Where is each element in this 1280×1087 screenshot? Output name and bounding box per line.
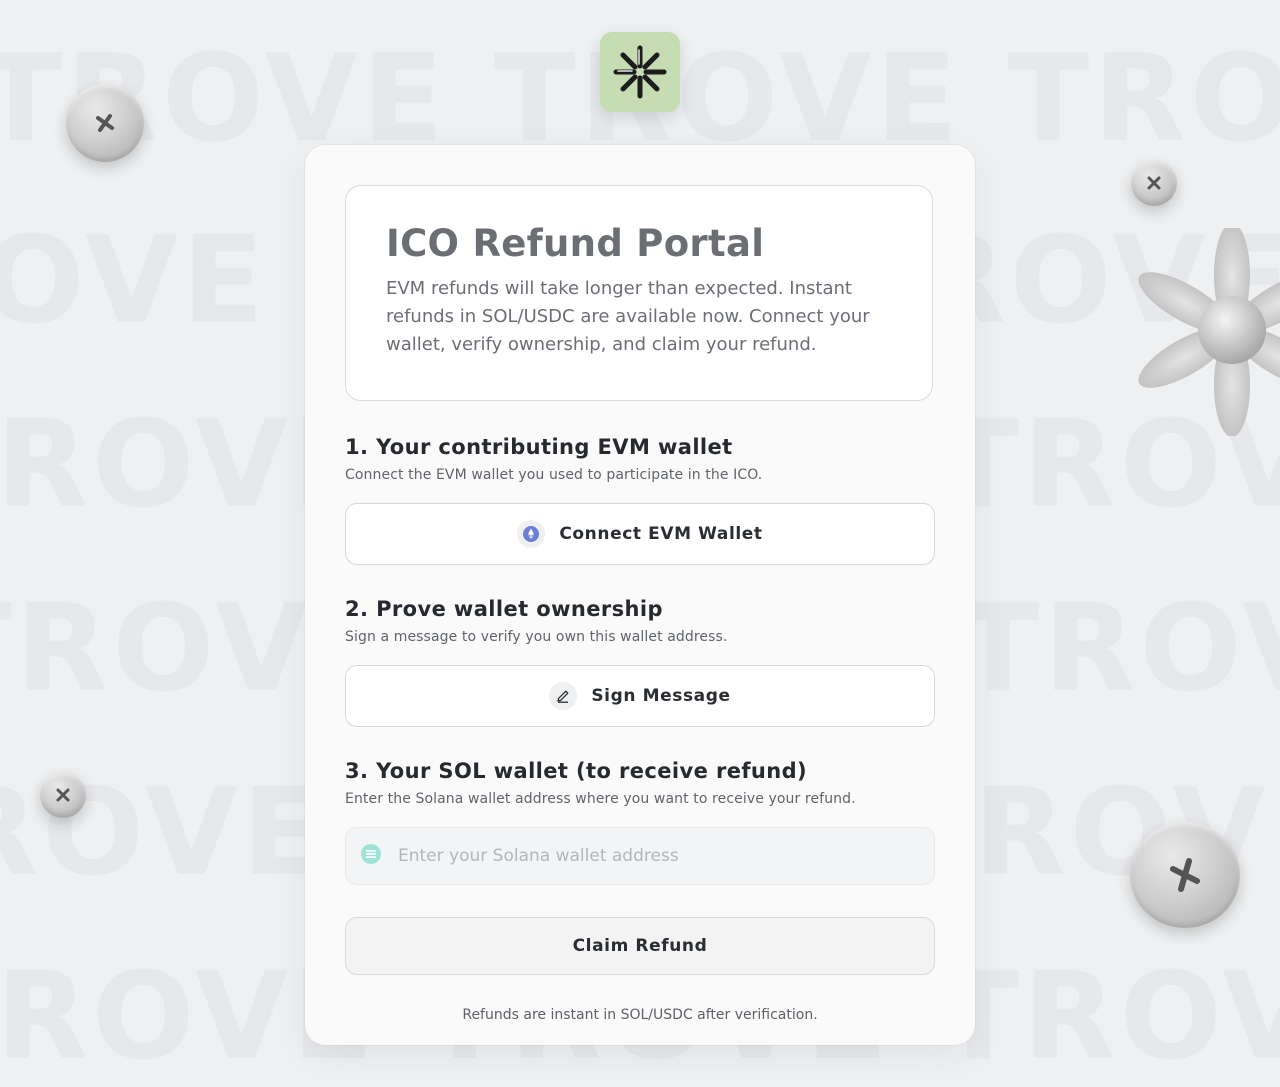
intro-description: EVM refunds will take longer than expect…	[386, 278, 870, 355]
cross-icon	[96, 114, 114, 132]
screw-decoration	[1130, 822, 1240, 928]
cross-icon	[1147, 176, 1161, 190]
screw-decoration	[66, 84, 144, 162]
refund-card: ICO Refund Portal EVM refunds will take …	[305, 145, 975, 1045]
sign-message-button[interactable]: Sign Message	[345, 665, 935, 727]
step-title: 1. Your contributing EVM wallet	[345, 435, 733, 459]
step-subtitle: Connect the EVM wallet you used to parti…	[345, 467, 763, 483]
starburst-logo-icon	[613, 45, 667, 99]
sol-wallet-field	[345, 827, 935, 885]
step-sol-wallet: 3. Your SOL wallet (to receive refund) E…	[345, 759, 935, 807]
solana-icon	[360, 843, 382, 869]
connect-evm-wallet-label: Connect EVM Wallet	[559, 524, 763, 544]
step-evm-wallet: 1. Your contributing EVM wallet Connect …	[345, 435, 935, 483]
step-sign-message: 2. Prove wallet ownership Sign a message…	[345, 597, 935, 645]
connect-evm-wallet-button[interactable]: Connect EVM Wallet	[345, 503, 935, 565]
cross-icon	[56, 788, 70, 802]
cross-icon	[1170, 858, 1200, 892]
claim-refund-label: Claim Refund	[572, 936, 708, 956]
brand-logo	[600, 32, 680, 112]
step-title: 3. Your SOL wallet (to receive refund)	[345, 759, 808, 783]
page-title: ICO Refund Portal	[386, 222, 765, 265]
step-title: 2. Prove wallet ownership	[345, 597, 663, 621]
sign-message-label: Sign Message	[591, 686, 731, 706]
ethereum-icon	[517, 520, 546, 548]
flower-decoration	[1138, 228, 1280, 436]
step-subtitle: Sign a message to verify you own this wa…	[345, 629, 728, 645]
footer-note: Refunds are instant in SOL/USDC after ve…	[462, 1007, 818, 1023]
intro-panel: ICO Refund Portal EVM refunds will take …	[345, 185, 933, 401]
screw-decoration	[40, 772, 86, 818]
step-subtitle: Enter the Solana wallet address where yo…	[345, 791, 856, 807]
sol-wallet-input[interactable]	[396, 845, 920, 867]
flower-icon	[1138, 228, 1280, 436]
claim-refund-button[interactable]: Claim Refund	[345, 917, 935, 975]
pencil-icon	[549, 682, 578, 710]
screw-decoration	[1131, 160, 1177, 206]
